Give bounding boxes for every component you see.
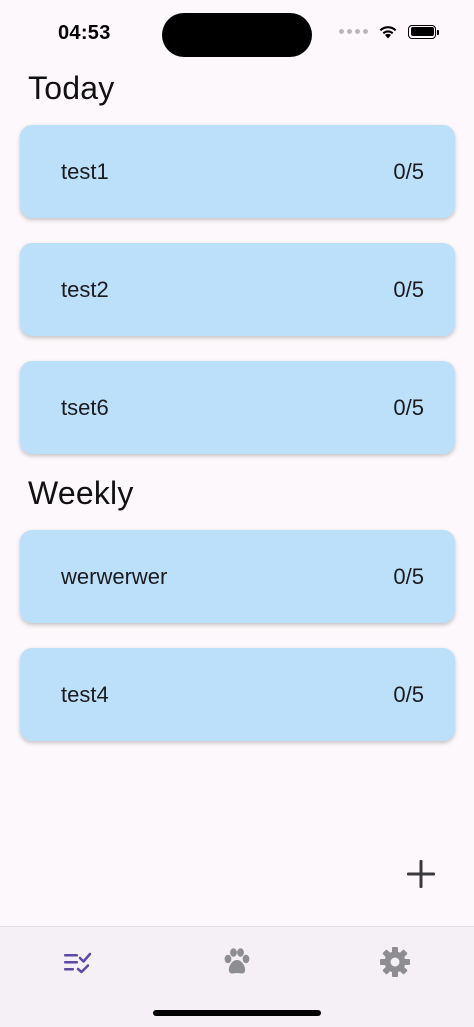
task-card[interactable]: test1 0/5 <box>20 125 455 218</box>
wifi-icon <box>379 26 397 39</box>
cellular-signal-icon <box>339 29 368 34</box>
battery-icon <box>408 24 439 39</box>
task-card[interactable]: test4 0/5 <box>20 648 455 741</box>
task-name: tset6 <box>61 394 109 420</box>
section-title-today: Today <box>28 70 115 106</box>
task-progress: 0/5 <box>393 681 424 707</box>
task-name: test1 <box>61 158 109 184</box>
task-progress: 0/5 <box>393 563 424 589</box>
status-bar: 04:53 <box>0 0 474 70</box>
nav-item-pet[interactable] <box>212 937 262 987</box>
task-name: test4 <box>61 681 109 707</box>
checklist-icon <box>64 952 92 974</box>
paw-icon <box>224 948 250 974</box>
task-card[interactable]: werwerwer 0/5 <box>20 530 455 623</box>
nav-item-settings[interactable] <box>370 937 420 987</box>
task-progress: 0/5 <box>393 394 424 420</box>
plus-icon <box>407 860 435 888</box>
section-title-weekly: Weekly <box>28 475 134 511</box>
task-progress: 0/5 <box>393 276 424 302</box>
task-name: werwerwer <box>61 563 168 589</box>
dynamic-island <box>162 13 312 57</box>
home-indicator <box>153 1010 321 1016</box>
task-card[interactable]: test2 0/5 <box>20 243 455 336</box>
status-icons <box>339 24 439 39</box>
task-name: test2 <box>61 276 109 302</box>
add-task-button[interactable] <box>398 851 444 897</box>
task-card[interactable]: tset6 0/5 <box>20 361 455 454</box>
nav-item-tasks[interactable] <box>54 937 104 987</box>
gear-icon <box>380 947 410 977</box>
task-progress: 0/5 <box>393 158 424 184</box>
status-time: 04:53 <box>58 22 111 44</box>
